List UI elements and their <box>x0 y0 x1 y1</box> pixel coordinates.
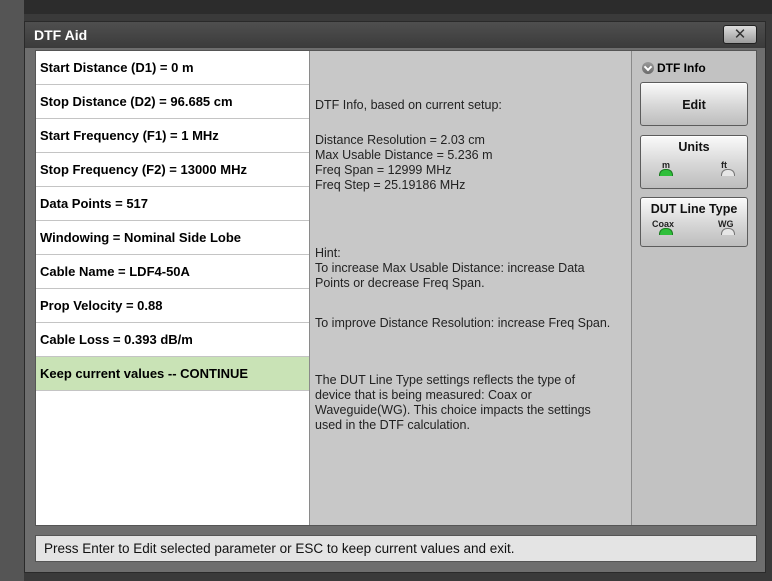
info-line: Freq Span = 12999 MHz <box>315 163 452 177</box>
units-toggle[interactable]: Units m ft <box>640 135 748 189</box>
param-data-points[interactable]: Data Points = 517 <box>36 187 309 221</box>
background-app-left <box>0 0 24 581</box>
dut-wg-indicator <box>721 228 735 235</box>
hint-block: Hint: To increase Max Usable Distance: i… <box>315 246 615 291</box>
dtf-aid-dialog: DTF Aid ✕ Start Distance (D1) = 0 m Stop… <box>24 21 766 573</box>
dtf-info-pane: DTF Info, based on current setup: Distan… <box>310 51 632 525</box>
status-bar: Press Enter to Edit selected parameter o… <box>35 535 757 562</box>
units-m-indicator <box>659 169 673 176</box>
param-cable-loss[interactable]: Cable Loss = 0.393 dB/m <box>36 323 309 357</box>
info-line: Distance Resolution = 2.03 cm <box>315 133 485 147</box>
screen: DTF Aid ✕ Start Distance (D1) = 0 m Stop… <box>0 0 772 581</box>
chevron-down-icon <box>642 62 654 74</box>
continue-item[interactable]: Keep current values -- CONTINUE <box>36 357 309 391</box>
edit-button-label: Edit <box>682 98 706 112</box>
param-start-frequency[interactable]: Start Frequency (F1) = 1 MHz <box>36 119 309 153</box>
units-options: m ft <box>641 158 747 176</box>
close-button[interactable]: ✕ <box>723 25 757 44</box>
edit-button[interactable]: Edit <box>640 82 748 126</box>
dut-line-type-toggle[interactable]: DUT Line Type Coax WG <box>640 197 748 247</box>
side-panel: DTF Info Edit Units m ft DUT Line Type C… <box>632 51 756 525</box>
hint-title: Hint: <box>315 246 341 260</box>
units-label: Units <box>678 140 710 154</box>
info-line: Freq Step = 25.19186 MHz <box>315 178 466 192</box>
status-text: Press Enter to Edit selected parameter o… <box>44 541 515 556</box>
info-line: Max Usable Distance = 5.236 m <box>315 148 493 162</box>
close-icon: ✕ <box>733 25 747 43</box>
param-start-distance[interactable]: Start Distance (D1) = 0 m <box>36 51 309 85</box>
background-app-strip <box>0 0 772 14</box>
dialog-content: Start Distance (D1) = 0 m Stop Distance … <box>35 50 757 526</box>
hint-text: To improve Distance Resolution: increase… <box>315 316 611 330</box>
hint-block-2: To improve Distance Resolution: increase… <box>315 316 620 331</box>
dialog-title: DTF Aid <box>34 27 88 43</box>
hint-block-3: The DUT Line Type settings reflects the … <box>315 373 607 433</box>
hint-text: To increase Max Usable Distance: increas… <box>315 261 585 290</box>
units-ft-indicator <box>721 169 735 176</box>
dut-line-type-label: DUT Line Type <box>650 202 738 216</box>
hint-text: The DUT Line Type settings reflects the … <box>315 373 591 432</box>
dtf-info-section[interactable]: DTF Info <box>642 61 706 75</box>
info-heading-block: DTF Info, based on current setup: <box>315 98 627 113</box>
param-stop-frequency[interactable]: Stop Frequency (F2) = 13000 MHz <box>36 153 309 187</box>
info-values-block: Distance Resolution = 2.03 cm Max Usable… <box>315 133 627 193</box>
parameter-list: Start Distance (D1) = 0 m Stop Distance … <box>36 51 310 525</box>
param-windowing[interactable]: Windowing = Nominal Side Lobe <box>36 221 309 255</box>
dialog-titlebar: DTF Aid ✕ <box>25 22 765 48</box>
param-cable-name[interactable]: Cable Name = LDF4-50A <box>36 255 309 289</box>
param-stop-distance[interactable]: Stop Distance (D2) = 96.685 cm <box>36 85 309 119</box>
dut-line-type-options: Coax WG <box>641 219 747 235</box>
dtf-info-label: DTF Info <box>657 61 706 75</box>
info-heading: DTF Info, based on current setup: <box>315 98 502 112</box>
dut-coax-indicator <box>659 228 673 235</box>
param-prop-velocity[interactable]: Prop Velocity = 0.88 <box>36 289 309 323</box>
